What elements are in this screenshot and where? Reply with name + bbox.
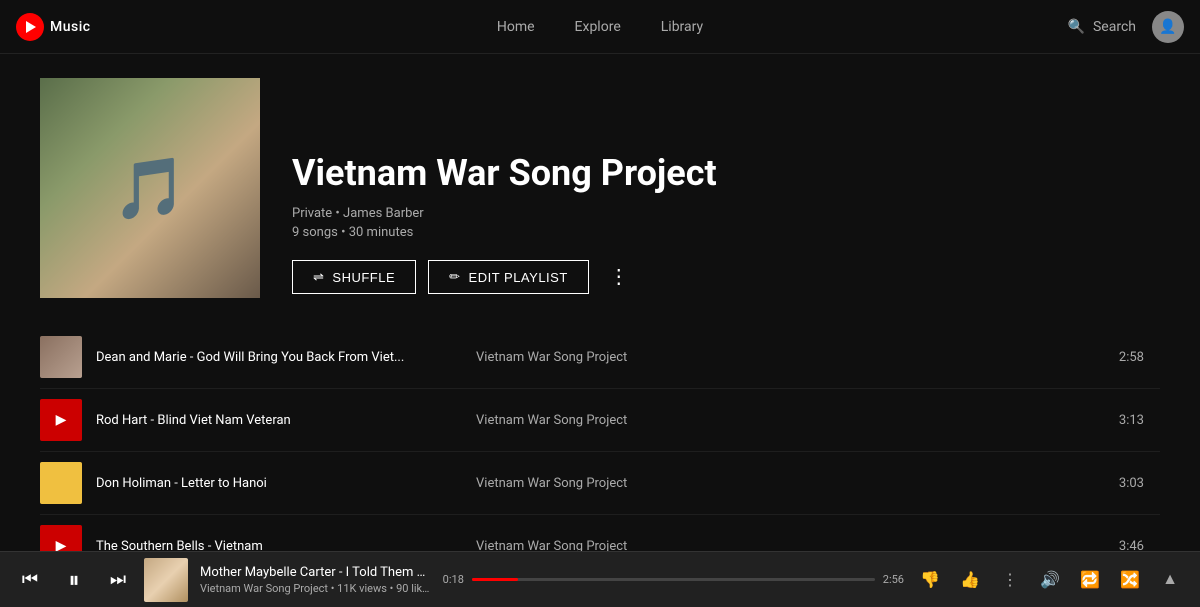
youtube-music-logo-icon [16,13,44,41]
nav-library[interactable]: Library [661,19,703,35]
thumbs-up-button[interactable]: 👍 [956,566,984,594]
previous-button[interactable] [16,566,44,594]
nav-links: Home Explore Library [497,19,703,35]
player-track-sub: Vietnam War Song Project • 11K views • 9… [200,582,431,595]
song-title: Don Holiman - Letter to Hanoi [96,476,476,491]
nav-home[interactable]: Home [497,19,535,35]
edit-label: EDIT PLAYLIST [469,270,568,285]
player-right-controls: 👎 👍 ⋮ 🔊 🔁 🔀 ▲ [916,566,1184,594]
edit-icon: ✏ [449,269,460,285]
progress-fill [472,578,518,581]
playlist-cover-image: 🎵 [40,78,260,298]
nav-explore[interactable]: Explore [575,19,621,35]
total-time: 2:56 [883,573,904,586]
progress-bar[interactable] [472,578,875,581]
top-navigation: Music Home Explore Library 🔍 Search 👤 [0,0,1200,54]
playlist-meta: Private • James Barber [292,206,717,221]
song-count: 9 songs [292,225,338,240]
search-icon: 🔍 [1068,19,1085,35]
player-track-title: Mother Maybelle Carter - I Told Them Wha… [200,565,431,580]
song-duration: 3:03 [1119,476,1160,491]
edit-playlist-button[interactable]: ✏ EDIT PLAYLIST [428,260,589,294]
player-track-info: Mother Maybelle Carter - I Told Them Wha… [200,565,431,595]
playlist-actions: ⇌ SHUFFLE ✏ EDIT PLAYLIST ⋮ [292,260,717,294]
song-duration: 3:13 [1119,413,1160,428]
logo-area[interactable]: Music [16,13,156,41]
song-title: The Southern Bells - Vietnam [96,539,476,552]
more-options-button[interactable]: ⋮ [601,263,637,291]
playlist-stats: 9 songs • 30 minutes [292,225,717,240]
shuffle-button[interactable]: ⇌ SHUFFLE [292,260,416,294]
song-thumbnail [40,462,82,504]
playlist-cover: 🎵 [40,78,260,298]
song-row[interactable]: The Southern Bells - VietnamVietnam War … [40,515,1160,551]
song-duration: 3:46 [1119,539,1160,552]
thumbs-down-button[interactable]: 👎 [916,566,944,594]
shuffle-label: SHUFFLE [332,270,395,285]
progress-area: 0:18 2:56 [443,573,904,586]
shuffle-icon: ⇌ [313,269,324,285]
song-playlist-name: Vietnam War Song Project [476,350,776,365]
volume-button[interactable]: 🔊 [1036,566,1064,594]
playlist-author: James Barber [343,206,424,221]
song-playlist-name: Vietnam War Song Project [476,413,776,428]
nav-right: 🔍 Search 👤 [1068,11,1184,43]
song-thumbnail [40,399,82,441]
song-playlist-name: Vietnam War Song Project [476,476,776,491]
song-row[interactable]: Dean and Marie - God Will Bring You Back… [40,326,1160,389]
current-time: 0:18 [443,573,464,586]
playlist-title: Vietnam War Song Project [292,154,717,194]
player-thumbnail[interactable] [144,558,188,602]
next-button[interactable] [104,566,132,594]
repeat-button[interactable]: 🔁 [1076,566,1104,594]
more-icon: ⋮ [609,266,629,288]
main-content: 🎵 Vietnam War Song Project Private • Jam… [0,54,1200,551]
search-label: Search [1093,19,1136,35]
playlist-header: 🎵 Vietnam War Song Project Private • Jam… [40,78,1160,298]
song-duration: 2:58 [1119,350,1160,365]
app-name: Music [50,19,91,35]
song-thumbnail [40,525,82,551]
play-pause-button[interactable] [60,566,88,594]
shuffle-player-button[interactable]: 🔀 [1116,566,1144,594]
song-title: Rod Hart - Blind Viet Nam Veteran [96,413,476,428]
track-more-button[interactable]: ⋮ [996,566,1024,594]
song-thumbnail [40,336,82,378]
search-area[interactable]: 🔍 Search [1068,19,1136,35]
player-thumb-image [144,558,188,602]
queue-button[interactable]: ▲ [1156,566,1184,594]
playlist-duration: 30 minutes [349,225,414,240]
playlist-info: Vietnam War Song Project Private • James… [292,78,717,298]
playlist-privacy: Private [292,206,332,221]
user-avatar[interactable]: 👤 [1152,11,1184,43]
song-list: Dean and Marie - God Will Bring You Back… [40,326,1160,551]
player-controls [16,566,132,594]
song-row[interactable]: Don Holiman - Letter to HanoiVietnam War… [40,452,1160,515]
song-playlist-name: Vietnam War Song Project [476,539,776,552]
song-row[interactable]: Rod Hart - Blind Viet Nam VeteranVietnam… [40,389,1160,452]
song-title: Dean and Marie - God Will Bring You Back… [96,350,476,365]
player-bar: Mother Maybelle Carter - I Told Them Wha… [0,551,1200,607]
